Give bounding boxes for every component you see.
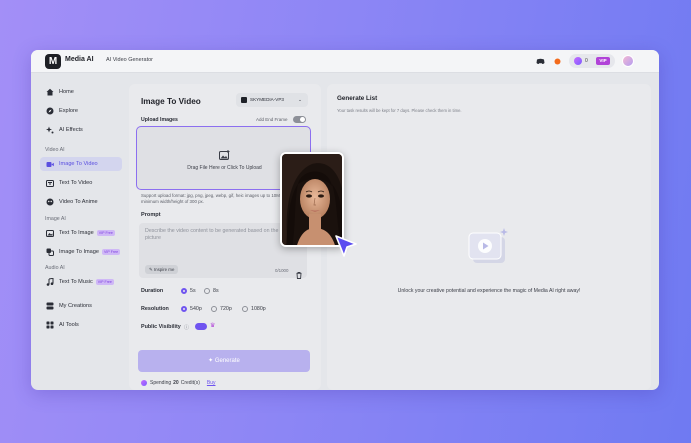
model-select[interactable]: SKYMEDIA-VP3 ⌄ bbox=[236, 93, 308, 107]
resolution-label: Resolution bbox=[141, 306, 169, 312]
upload-images-label: Upload Images bbox=[141, 117, 178, 123]
vip-badge[interactable]: VIP bbox=[596, 57, 610, 65]
app-window: M Media AI AI Video Generator 0 VIP Home… bbox=[31, 50, 659, 390]
generate-list-subtitle: Your task results will be kept for 7 day… bbox=[337, 108, 462, 113]
model-name: SKYMEDIA-VP3 bbox=[250, 97, 284, 102]
music-note-icon bbox=[45, 278, 54, 287]
sparkle-icon: ✦ bbox=[208, 358, 215, 364]
pointer-cursor-icon bbox=[334, 234, 358, 258]
generate-button[interactable]: ✦ Generate bbox=[138, 350, 310, 372]
radio bbox=[242, 306, 248, 312]
inspire-me-button[interactable]: ✎ Inspire me bbox=[145, 265, 179, 274]
empty-video-icon bbox=[467, 227, 509, 267]
duration-option-5s[interactable]: 5s bbox=[181, 288, 196, 294]
radio-selected bbox=[181, 306, 187, 312]
spend-amount: 20 bbox=[173, 380, 179, 386]
sidebar-item-image-to-video[interactable]: Image To Video bbox=[40, 157, 122, 171]
credit-coin-icon bbox=[141, 380, 147, 386]
vip-free-badge: VIP Free bbox=[96, 230, 115, 236]
form-title: Image To Video bbox=[141, 97, 201, 106]
radio bbox=[211, 306, 217, 312]
credits-pill[interactable]: 0 VIP bbox=[569, 54, 615, 68]
sidebar-item-home[interactable]: Home bbox=[40, 85, 122, 99]
resolution-option-540p[interactable]: 540p bbox=[181, 306, 202, 312]
sidebar-item-my-creations[interactable]: My Creations bbox=[40, 299, 122, 313]
radio bbox=[204, 288, 210, 294]
duration-option-8s[interactable]: 8s bbox=[204, 288, 219, 294]
help-icon[interactable]: ⓘ bbox=[184, 324, 189, 331]
sparkle-icon bbox=[45, 126, 54, 135]
credit-count: 0 bbox=[585, 58, 588, 64]
sidebar-item-text-to-video[interactable]: Text To Video bbox=[40, 176, 122, 190]
brand-name: Media AI bbox=[65, 56, 94, 63]
prompt-label: Prompt bbox=[141, 212, 161, 218]
prompt-placeholder: Describe the video content to be generat… bbox=[145, 228, 279, 241]
breadcrumb: AI Video Generator bbox=[106, 57, 153, 63]
credit-coin-icon bbox=[574, 57, 582, 65]
text-image-icon bbox=[45, 229, 54, 238]
anime-icon bbox=[45, 198, 54, 207]
section-audio-ai: Audio AI bbox=[45, 265, 65, 271]
top-bar: M Media AI AI Video Generator 0 VIP bbox=[31, 50, 659, 73]
grid-icon bbox=[45, 321, 54, 330]
crown-icon: ♛ bbox=[210, 323, 216, 329]
public-visibility-label: Public Visibility bbox=[141, 324, 181, 330]
brand-logo[interactable]: M bbox=[45, 54, 61, 69]
sidebar-item-explore[interactable]: Explore bbox=[40, 104, 122, 118]
vip-free-badge: VIP Free bbox=[102, 249, 121, 255]
generate-list-title: Generate List bbox=[337, 95, 378, 102]
generate-list-panel: Generate List Your task results will be … bbox=[327, 84, 651, 390]
trash-icon[interactable] bbox=[296, 266, 302, 284]
sample-portrait-image bbox=[280, 152, 344, 247]
sidebar-item-ai-tools[interactable]: AI Tools bbox=[40, 318, 122, 332]
radio-selected bbox=[181, 288, 187, 294]
section-video-ai: Video AI bbox=[45, 147, 65, 153]
spending-info: Spending 20 Credit(s) Buy bbox=[141, 380, 216, 386]
model-logo-icon bbox=[241, 97, 247, 103]
buy-link[interactable]: Buy bbox=[207, 380, 216, 386]
notification-dot-icon[interactable] bbox=[552, 56, 562, 66]
chevron-down-icon: ⌄ bbox=[298, 97, 302, 102]
discord-icon[interactable] bbox=[535, 56, 545, 66]
user-avatar[interactable] bbox=[622, 55, 634, 67]
sidebar-item-text-to-music[interactable]: Text To Music VIP Free bbox=[40, 275, 122, 289]
creations-icon bbox=[45, 302, 54, 311]
end-frame-toggle[interactable] bbox=[293, 116, 306, 123]
char-count: 0/1000 bbox=[275, 268, 289, 273]
sidebar-item-text-to-image[interactable]: Text To Image VIP Free bbox=[40, 226, 122, 240]
sidebar-item-ai-effects[interactable]: AI Effects bbox=[40, 123, 122, 137]
image-swap-icon bbox=[45, 248, 54, 257]
empty-state-text: Unlock your creative potential and exper… bbox=[397, 288, 581, 294]
public-visibility-toggle[interactable] bbox=[195, 323, 207, 330]
resolution-option-720p[interactable]: 720p bbox=[211, 306, 232, 312]
home-icon bbox=[45, 88, 54, 97]
end-frame-label: Add End Frame bbox=[256, 117, 288, 122]
duration-label: Duration bbox=[141, 288, 164, 294]
video-camera-icon bbox=[45, 160, 54, 169]
compass-icon bbox=[45, 107, 54, 116]
vip-free-badge: VIP Free bbox=[95, 279, 114, 285]
text-video-icon bbox=[45, 179, 54, 188]
sidebar-item-video-to-anime[interactable]: Video To Anime bbox=[40, 195, 122, 209]
sidebar-item-image-to-image[interactable]: Image To Image VIP Free bbox=[40, 245, 122, 259]
sidebar: Home Explore AI Effects Video AI Image T… bbox=[31, 73, 129, 390]
image-upload-icon bbox=[219, 147, 230, 160]
resolution-option-1080p[interactable]: 1080p bbox=[242, 306, 266, 312]
section-image-ai: Image AI bbox=[45, 216, 66, 222]
